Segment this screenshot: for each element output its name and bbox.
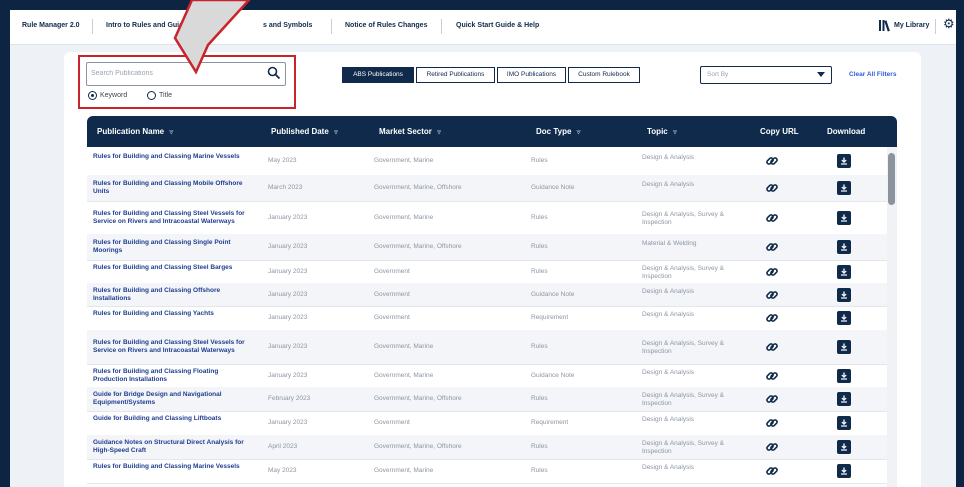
arrow-shape [173,0,251,75]
annotation-arrow [173,0,251,75]
